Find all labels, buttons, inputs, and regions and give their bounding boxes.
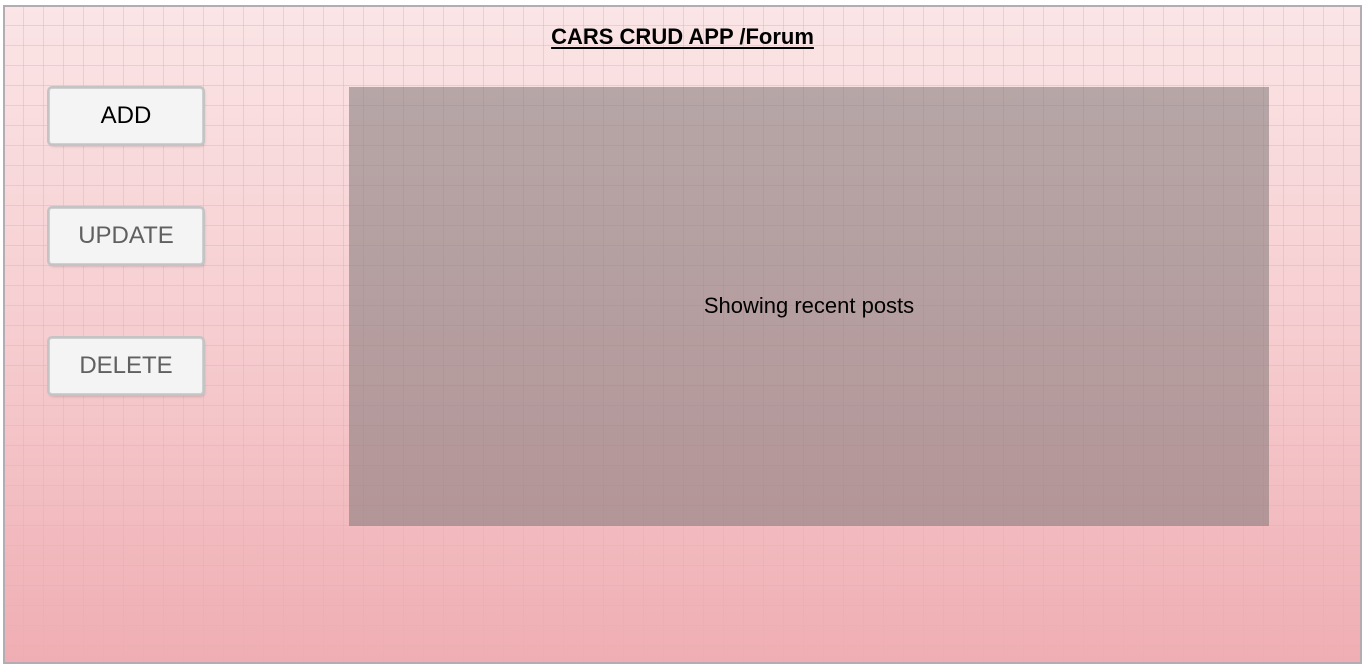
delete-button[interactable]: DELETE	[49, 338, 203, 394]
recent-posts-message: Showing recent posts	[703, 292, 915, 318]
page-title: CARS CRUD APP /Forum	[551, 24, 814, 49]
app-frame: CARS CRUD APP /Forum ADD UPDATE DELETE S…	[3, 5, 1362, 664]
add-button[interactable]: ADD	[49, 88, 203, 144]
recent-posts-panel: Showing recent posts	[349, 87, 1269, 526]
update-button[interactable]: UPDATE	[49, 208, 203, 264]
